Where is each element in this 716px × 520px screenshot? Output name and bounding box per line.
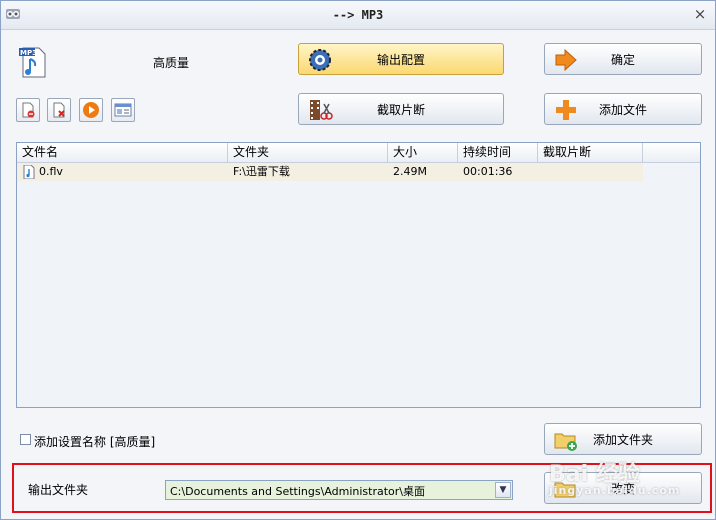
- cut-segment-label: 截取片断: [376, 102, 425, 117]
- ok-button[interactable]: 确定: [544, 43, 702, 75]
- properties-icon: [114, 103, 132, 117]
- column-header-duration[interactable]: 持续时间: [458, 143, 538, 162]
- folder-add-icon: [554, 433, 577, 451]
- column-header-filename[interactable]: 文件名: [17, 143, 228, 162]
- title-bar: --> MP3 ×: [1, 1, 715, 30]
- output-folder-label: 输出文件夹: [28, 483, 89, 497]
- ok-label: 确定: [610, 52, 635, 67]
- add-file-button[interactable]: 添加文件: [544, 93, 702, 125]
- quality-label: 高质量: [153, 56, 190, 70]
- add-setting-name-label[interactable]: 添加设置名称 [高质量]: [34, 433, 155, 450]
- play-icon: [83, 102, 99, 118]
- film-scissors-icon: [310, 100, 333, 120]
- column-header-folder[interactable]: 文件夹: [228, 143, 388, 162]
- cell-cut: [538, 163, 643, 181]
- output-folder-path: C:\Documents and Settings\Administrator\…: [170, 485, 426, 498]
- cut-segment-button[interactable]: 截取片断: [298, 93, 504, 125]
- table-row[interactable]: 0.flv F:\迅雷下载 2.49M 00:01:36: [17, 163, 643, 181]
- cell-size: 2.49M: [393, 165, 427, 178]
- column-header-cut[interactable]: 截取片断: [538, 143, 643, 162]
- plus-icon: [556, 100, 576, 120]
- output-config-label: 输出配置: [376, 52, 425, 67]
- column-header-size[interactable]: 大小: [388, 143, 458, 162]
- mp3-file-icon: MP3: [19, 47, 46, 78]
- gear-icon: [309, 49, 331, 71]
- svg-text:MP3: MP3: [20, 49, 37, 57]
- arrow-right-icon: [555, 48, 577, 72]
- output-config-button[interactable]: 输出配置: [298, 43, 504, 75]
- cell-duration: 00:01:36: [463, 165, 513, 178]
- add-folder-label: 添加文件夹: [592, 432, 653, 447]
- remove-file-icon: [22, 102, 35, 118]
- clear-list-button[interactable]: [47, 98, 71, 122]
- output-folder-select[interactable]: C:\Documents and Settings\Administrator\…: [165, 480, 513, 500]
- add-folder-button[interactable]: 添加文件夹: [544, 423, 702, 455]
- properties-button[interactable]: [111, 98, 135, 122]
- cell-folder: F:\迅雷下载: [233, 165, 290, 178]
- remove-file-button[interactable]: [16, 98, 40, 122]
- list-header: 文件名 文件夹 大小 持续时间 截取片断: [17, 143, 700, 163]
- delete-icon: [53, 102, 65, 118]
- watermark-logo: Bai 经验 jingyan.baidu.com: [549, 456, 680, 497]
- add-file-label: 添加文件: [598, 102, 647, 117]
- chevron-down-icon[interactable]: ▼: [495, 482, 511, 498]
- app-window: --> MP3 × MP3 高质量 输出配置 确定 截取片断 添加文件 文件名 …: [0, 0, 716, 520]
- close-icon[interactable]: ×: [693, 7, 707, 22]
- window-title: --> MP3: [332, 8, 384, 22]
- file-list[interactable]: 文件名 文件夹 大小 持续时间 截取片断 0.flv F:\迅雷下载 2.49M…: [16, 142, 701, 408]
- add-setting-name-checkbox[interactable]: [20, 434, 31, 445]
- cell-filename: 0.flv: [39, 165, 63, 178]
- play-button[interactable]: [79, 98, 103, 122]
- watermark-subtext: jingyan.baidu.com: [549, 484, 681, 497]
